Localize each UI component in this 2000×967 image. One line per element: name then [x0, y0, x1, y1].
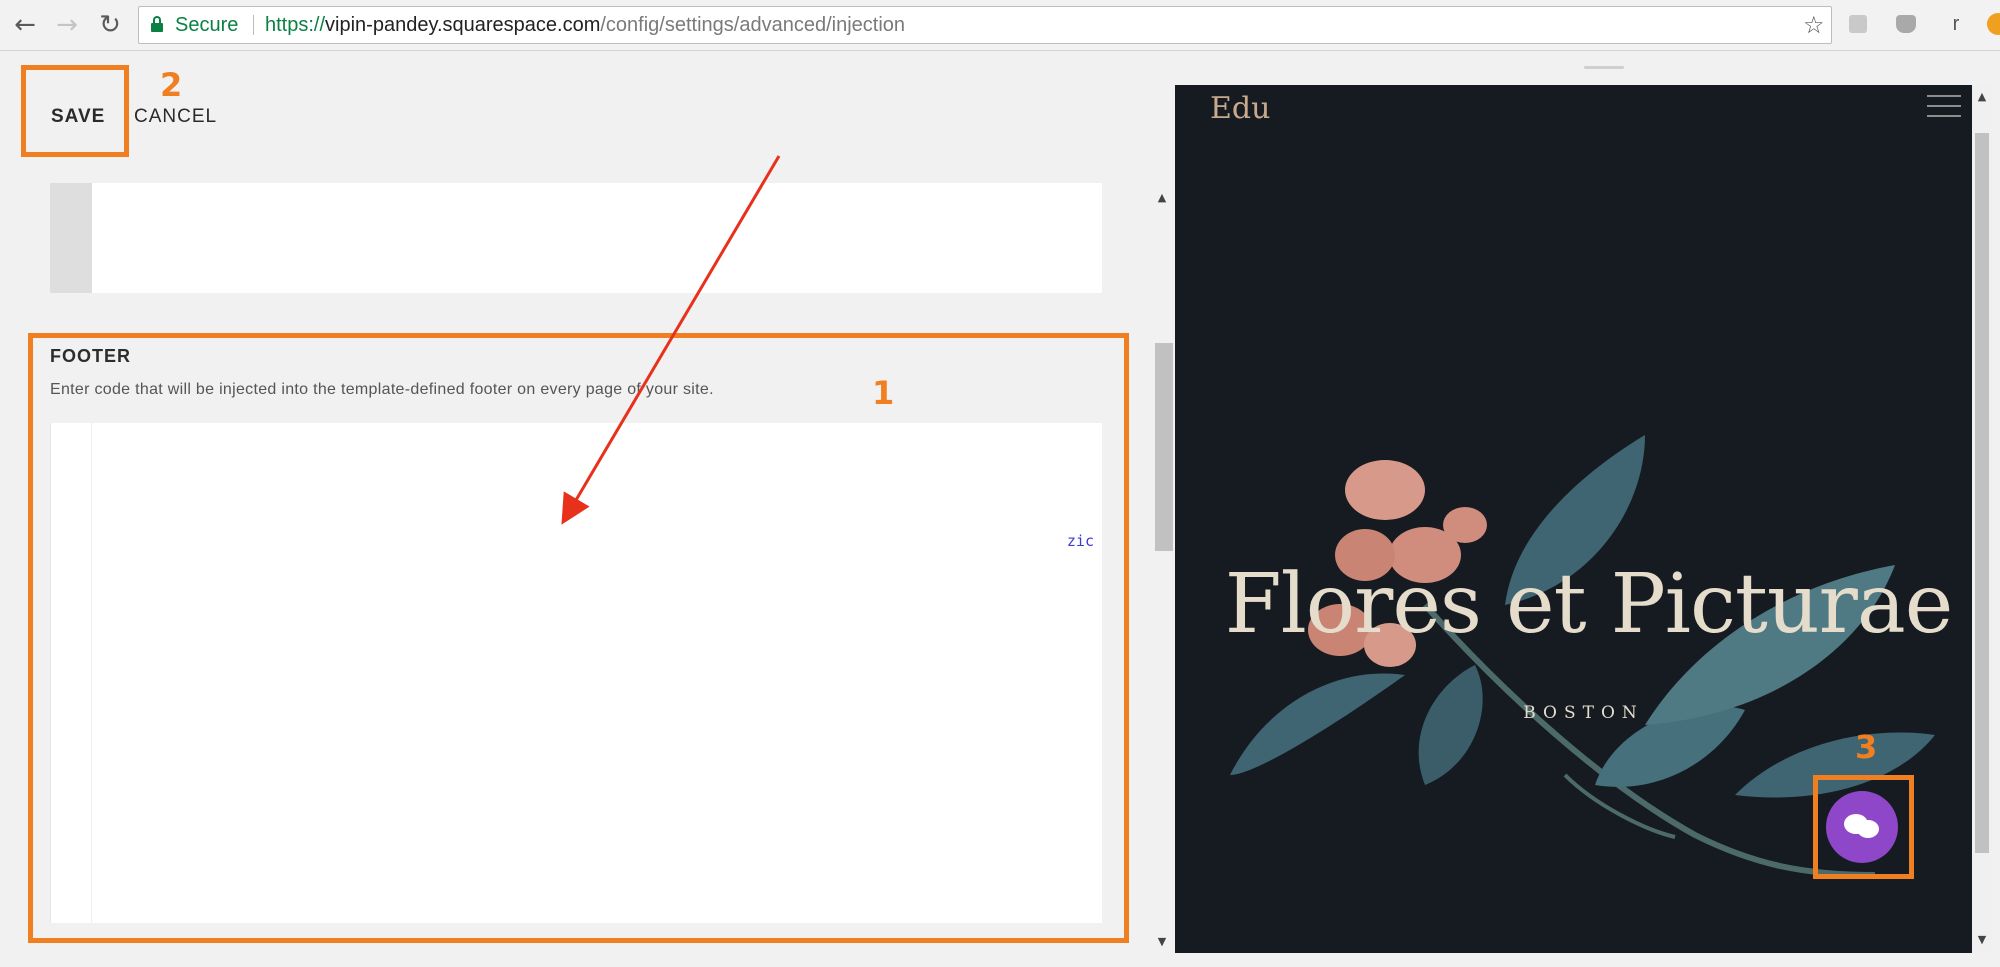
- browser-toolbar: ← → ↻ Secure https://vipin-pandey.square…: [0, 0, 2000, 51]
- extension-icon[interactable]: [1846, 12, 1870, 36]
- cancel-button[interactable]: CANCEL: [134, 106, 217, 128]
- url-text[interactable]: https://vipin-pandey.squarespace.com/con…: [265, 7, 905, 43]
- url-host: vipin-pandey.squarespace.com: [325, 14, 601, 36]
- step-2-label: 2: [160, 66, 183, 104]
- menu-hamburger-icon[interactable]: [1927, 95, 1961, 117]
- profile-avatar[interactable]: [1986, 12, 2000, 36]
- step-3-label: 3: [1855, 728, 1878, 766]
- editor-scrollbar[interactable]: ▲ ▼: [1152, 183, 1172, 948]
- preview-scrollbar-thumb[interactable]: [1975, 133, 1989, 853]
- bookmark-star-icon[interactable]: ☆: [1803, 7, 1825, 43]
- footer-highlight-box: [28, 333, 1129, 943]
- site-logo[interactable]: Edu: [1210, 91, 1270, 126]
- hero-subtitle: BOSTON: [1523, 703, 1644, 723]
- line-number-gutter: [50, 183, 92, 293]
- scroll-down-arrow-icon[interactable]: ▼: [1152, 935, 1172, 948]
- chat-highlight-box: [1813, 775, 1914, 879]
- header-code-editor[interactable]: [50, 183, 1102, 293]
- save-highlight-box: [21, 65, 129, 157]
- lock-icon: [151, 16, 163, 32]
- scroll-down-arrow-icon[interactable]: ▼: [1972, 933, 1992, 946]
- hero-title: Flores et Picturae: [1224, 557, 1954, 652]
- url-path: /config/settings/advanced/injection: [600, 14, 906, 36]
- url-scheme: https://: [265, 14, 326, 36]
- forward-arrow-icon[interactable]: →: [50, 8, 84, 42]
- editor-scrollbar-thumb[interactable]: [1155, 343, 1173, 551]
- extension-letter-icon[interactable]: r: [1944, 12, 1968, 36]
- step-1-label: 1: [872, 374, 895, 412]
- preview-scrollbar[interactable]: ▲ ▼: [1972, 85, 1992, 953]
- address-bar[interactable]: Secure https://vipin-pandey.squarespace.…: [138, 6, 1832, 44]
- secure-label: Secure: [175, 14, 239, 36]
- panel-resize-handle[interactable]: [1584, 66, 1624, 69]
- back-arrow-icon[interactable]: ←: [8, 8, 42, 42]
- scroll-up-arrow-icon[interactable]: ▲: [1972, 90, 1992, 103]
- url-separator: [253, 15, 254, 35]
- reload-icon[interactable]: ↻: [93, 8, 127, 42]
- scroll-up-arrow-icon[interactable]: ▲: [1152, 191, 1172, 204]
- extension-icon[interactable]: [1894, 12, 1918, 36]
